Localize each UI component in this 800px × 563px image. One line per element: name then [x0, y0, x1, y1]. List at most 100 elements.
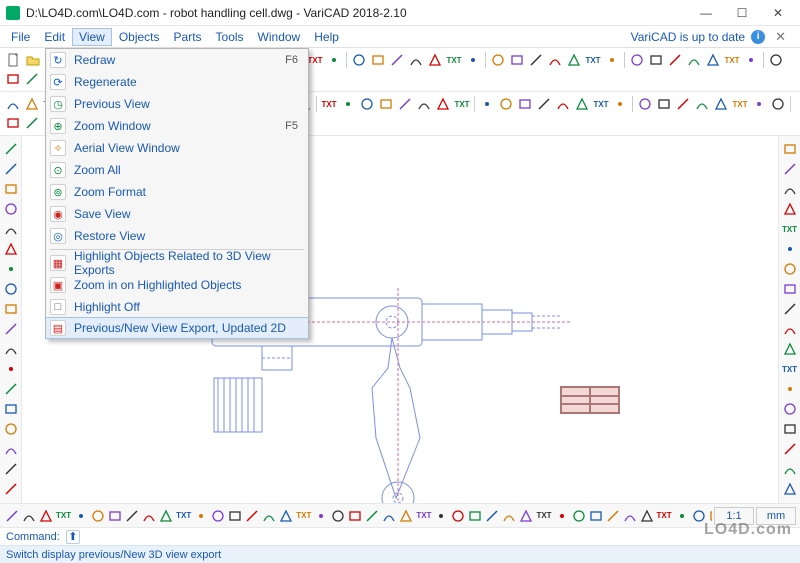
menu-file[interactable]: File	[4, 28, 37, 46]
close-button[interactable]: ✕	[760, 1, 796, 25]
menu-restore-view[interactable]: ◎Restore View	[46, 225, 308, 247]
toolbar-icon[interactable]	[415, 95, 433, 113]
toolbar-icon[interactable]	[4, 95, 22, 113]
toolbar-icon[interactable]	[2, 140, 20, 158]
toolbar-icon[interactable]	[107, 507, 123, 525]
toolbar-icon[interactable]	[484, 507, 500, 525]
toolbar-icon[interactable]	[339, 95, 357, 113]
toolbar-icon[interactable]	[781, 380, 799, 398]
toolbar-icon[interactable]	[73, 507, 89, 525]
menu-zoom-window[interactable]: ⊕Zoom WindowF5	[46, 115, 308, 137]
toolbar-icon[interactable]	[244, 507, 260, 525]
toolbar-icon[interactable]	[381, 507, 397, 525]
toolbar-icon[interactable]	[704, 51, 722, 69]
toolbar-icon[interactable]	[516, 95, 534, 113]
toolbar-icon[interactable]	[693, 95, 711, 113]
menu-previous-view[interactable]: ◷Previous View	[46, 93, 308, 115]
toolbar-icon[interactable]	[2, 200, 20, 218]
toolbar-icon[interactable]	[350, 51, 368, 69]
info-icon[interactable]: i	[751, 30, 765, 44]
toolbar-icon[interactable]	[330, 507, 346, 525]
toolbar-icon[interactable]	[2, 480, 20, 498]
menu-prev-new-export[interactable]: ▤Previous/New View Export, Updated 2D	[46, 317, 308, 339]
toolbar-icon[interactable]	[622, 507, 638, 525]
toolbar-icon[interactable]	[4, 507, 20, 525]
toolbar-icon[interactable]	[450, 507, 466, 525]
toolbar-icon[interactable]	[2, 300, 20, 318]
toolbar-icon[interactable]	[21, 507, 37, 525]
toolbar-icon[interactable]	[2, 380, 20, 398]
toolbar-icon[interactable]	[685, 51, 703, 69]
menu-highlight-3d[interactable]: ▦Highlight Objects Related to 3D View Ex…	[46, 252, 308, 274]
menu-help[interactable]: Help	[307, 28, 346, 46]
toolbar-icon[interactable]	[2, 180, 20, 198]
menu-tools[interactable]: Tools	[209, 28, 251, 46]
toolbar-icon[interactable]	[358, 95, 376, 113]
toolbar-icon[interactable]: TXT	[781, 360, 799, 378]
toolbar-icon[interactable]	[636, 95, 654, 113]
toolbar-icon[interactable]	[141, 507, 157, 525]
toolbar-icon[interactable]: TXT	[295, 507, 312, 525]
toolbar-icon[interactable]	[605, 507, 621, 525]
toolbar-icon[interactable]	[23, 114, 41, 132]
maximize-button[interactable]: ☐	[724, 1, 760, 25]
toolbar-icon[interactable]: TXT	[535, 507, 552, 525]
toolbar-icon[interactable]	[2, 280, 20, 298]
menu-aerial-view[interactable]: ✧Aerial View Window	[46, 137, 308, 159]
toolbar-icon[interactable]	[781, 140, 799, 158]
toolbar-icon[interactable]	[781, 280, 799, 298]
menu-redraw[interactable]: ↻RedrawF6	[46, 49, 308, 71]
toolbar-icon[interactable]: TXT	[453, 95, 471, 113]
toolbar-icon[interactable]	[38, 507, 54, 525]
toolbar-icon[interactable]	[769, 95, 787, 113]
toolbar-icon[interactable]	[388, 51, 406, 69]
menu-edit[interactable]: Edit	[37, 28, 72, 46]
toolbar-icon[interactable]	[2, 220, 20, 238]
toolbar-icon[interactable]	[23, 70, 41, 88]
toolbar-icon[interactable]	[2, 360, 20, 378]
toolbar-icon[interactable]	[781, 480, 799, 498]
toolbar-icon[interactable]: TXT	[175, 507, 192, 525]
toolbar-icon[interactable]	[655, 95, 673, 113]
toolbar-icon[interactable]: TXT	[731, 95, 749, 113]
toolbar-icon[interactable]	[426, 51, 444, 69]
toolbar-icon[interactable]	[434, 95, 452, 113]
toolbar-icon[interactable]	[2, 340, 20, 358]
toolbar-icon[interactable]	[781, 200, 799, 218]
toolbar-icon[interactable]	[781, 420, 799, 438]
toolbar-icon[interactable]	[325, 51, 343, 69]
toolbar-icon[interactable]	[781, 240, 799, 258]
toolbar-icon[interactable]	[377, 95, 395, 113]
toolbar-icon[interactable]	[603, 51, 621, 69]
toolbar-icon[interactable]	[647, 51, 665, 69]
toolbar-icon[interactable]	[508, 51, 526, 69]
toolbar-icon[interactable]	[158, 507, 174, 525]
toolbar-icon[interactable]	[554, 507, 570, 525]
menu-parts[interactable]: Parts	[167, 28, 209, 46]
toolbar-icon[interactable]	[398, 507, 414, 525]
toolbar-icon[interactable]	[464, 51, 482, 69]
toolbar-icon[interactable]	[674, 507, 690, 525]
toolbar-icon[interactable]: TXT	[584, 51, 602, 69]
toolbar-icon[interactable]	[396, 95, 414, 113]
toolbar-icon[interactable]: TXT	[445, 51, 463, 69]
toolbar-icon[interactable]	[210, 507, 226, 525]
toolbar-icon[interactable]	[527, 51, 545, 69]
menu-regenerate[interactable]: ⟳Regenerate	[46, 71, 308, 93]
toolbar-icon[interactable]	[2, 440, 20, 458]
toolbar-icon[interactable]	[227, 507, 243, 525]
toolbar-icon[interactable]	[781, 460, 799, 478]
menu-view[interactable]: View	[72, 28, 112, 46]
toolbar-icon[interactable]	[565, 51, 583, 69]
toolbar-icon[interactable]	[781, 180, 799, 198]
toolbar-icon[interactable]	[2, 160, 20, 178]
toolbar-icon[interactable]	[4, 114, 22, 132]
minimize-button[interactable]: —	[688, 1, 724, 25]
menu-zoom-highlight[interactable]: ▣Zoom in on Highlighted Objects	[46, 274, 308, 296]
toolbar-icon[interactable]	[90, 507, 106, 525]
toolbar-icon[interactable]	[781, 300, 799, 318]
toolbar-icon[interactable]	[2, 400, 20, 418]
toolbar-icon[interactable]	[750, 95, 768, 113]
toolbar-icon[interactable]	[573, 95, 591, 113]
menu-window[interactable]: Window	[251, 28, 308, 46]
